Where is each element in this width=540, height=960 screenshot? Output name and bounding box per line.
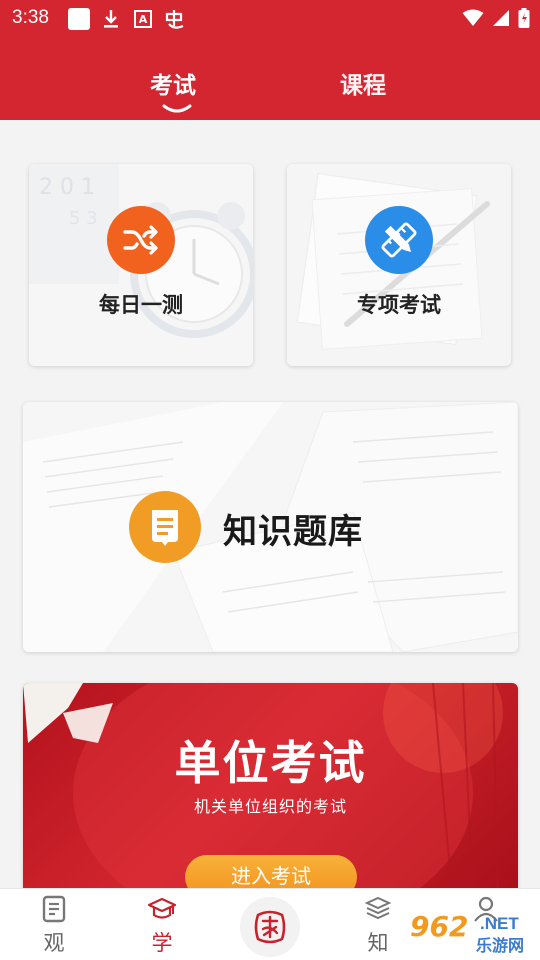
question-bank-card[interactable]: 知识题库 [23,402,518,652]
unit-exam-subtitle: 机关单位组织的考试 [193,797,347,816]
nav-label-view: 观 [43,931,65,955]
accessibility-a-icon: A [134,10,152,28]
nav-item-learn[interactable]: 学 [122,889,202,960]
special-exam-label: 专项考试 [357,292,441,317]
pencil-ruler-icon [365,206,433,274]
status-time: 3:38 [12,7,49,28]
notification-app-icon [68,8,90,30]
watermark-net: .NET [480,914,519,933]
question-bank-label: 知识题库 [223,512,363,552]
shuffle-icon [107,206,175,274]
status-right-icons [462,8,530,28]
daily-test-label: 每日一测 [99,292,183,317]
watermark-site: 乐游网 [476,936,525,955]
wifi-icon [462,9,484,26]
signal-icon [493,10,509,26]
document-list-icon [42,895,66,923]
tab-exam[interactable]: 考试 [150,66,196,100]
graduation-cap-icon [148,897,176,919]
nav-label-learn: 学 [151,931,173,955]
document-icon [129,491,201,563]
unit-exam-banner[interactable]: 单位考试 机关单位组织的考试 进入考试 [23,683,518,903]
top-tabs: 考试 课程 [0,60,540,113]
seal-logo-icon [254,910,286,944]
status-bar: 3:38 A [0,0,540,38]
battery-icon [518,8,530,28]
nav-item-view[interactable]: 观 [14,889,94,960]
watermark-number: 962 [410,910,469,943]
svg-text:2 0 1: 2 0 1 [39,175,95,200]
books-icon [364,896,392,920]
download-icon [100,8,122,30]
special-exam-card[interactable]: 专项考试 [287,164,511,366]
center-seal-button[interactable] [240,897,300,957]
active-tab-indicator [162,104,192,113]
app-header: 3:38 A 考试 课程 [0,0,540,120]
site-watermark: 962 .NET 乐游网 [400,910,536,955]
daily-test-card[interactable]: 2 0 1 5 3 每日一测 [29,164,253,366]
app-notification-icon [162,8,188,30]
unit-exam-title: 单位考试 [174,736,367,790]
svg-text:5 3: 5 3 [69,208,98,229]
tab-course[interactable]: 课程 [340,66,386,100]
